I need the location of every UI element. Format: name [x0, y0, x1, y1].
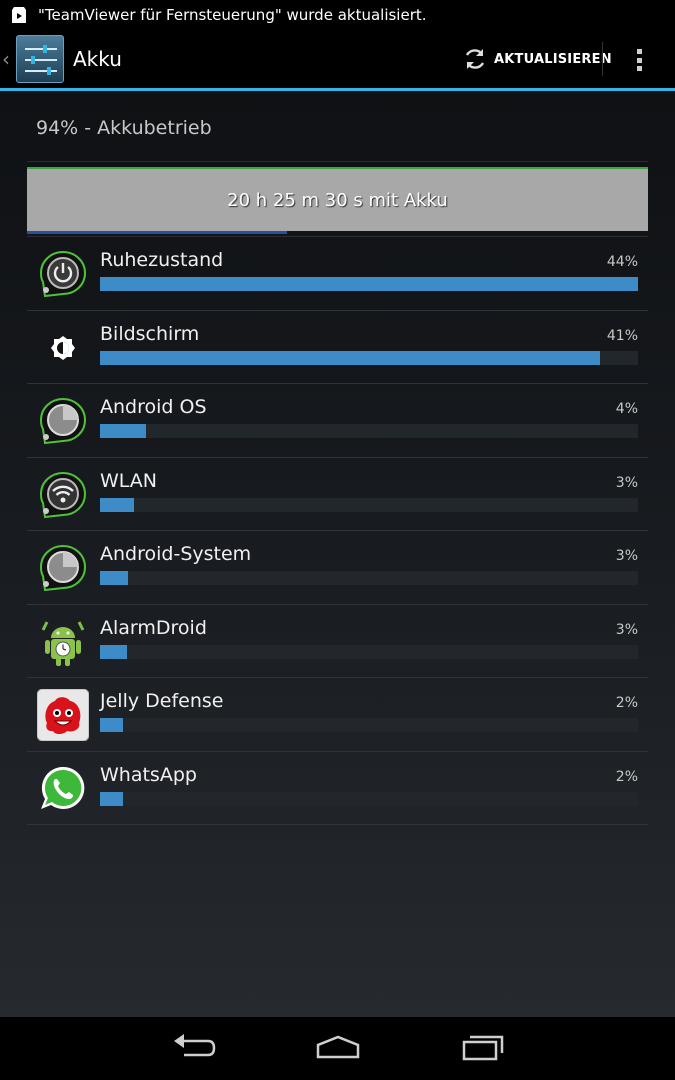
recent-apps-icon[interactable]	[458, 1031, 508, 1065]
navigation-bar	[0, 1017, 675, 1080]
usage-row-alarmdroid[interactable]: AlarmDroid 3%	[27, 605, 648, 678]
usage-bar-fill	[100, 497, 134, 512]
usage-bar	[100, 424, 638, 438]
usage-row-label: AlarmDroid	[100, 616, 207, 639]
usage-row-label: WLAN	[100, 469, 158, 492]
usage-bar-fill	[100, 424, 146, 438]
alarmdroid-icon	[41, 620, 85, 666]
jelly-defense-icon	[37, 689, 89, 741]
action-bar: ‹ Akku AKTUALISIEREN	[0, 30, 675, 88]
usage-bar-fill	[100, 718, 123, 732]
usage-row-label: Ruhezustand	[100, 249, 224, 271]
usage-bar	[100, 350, 638, 365]
refresh-icon	[465, 49, 485, 69]
battery-summary: 94% - Akkubetrieb	[36, 117, 212, 139]
usage-row-percent: 2%	[615, 695, 638, 711]
usage-bar	[100, 791, 638, 806]
usage-bar	[100, 277, 638, 291]
usage-bar-fill	[100, 644, 127, 659]
usage-row-percent: 44%	[606, 254, 638, 270]
usage-row-percent: 41%	[606, 327, 638, 344]
android-system-icon	[39, 544, 87, 592]
usage-bar-fill	[100, 571, 128, 585]
usage-row-percent: 4%	[615, 401, 638, 417]
refresh-button[interactable]: AKTUALISIEREN	[458, 30, 616, 88]
usage-list: Ruhezustand 44% Bildschirm 41% Android O…	[27, 237, 648, 825]
usage-row-whatsapp[interactable]: WhatsApp 2%	[27, 752, 648, 825]
battery-content: 94% - Akkubetrieb 20 h 25 m 30 s mit Akk…	[0, 91, 675, 1017]
actionbar-divider	[602, 42, 603, 76]
overflow-menu-icon[interactable]	[626, 47, 652, 73]
play-store-icon	[12, 7, 26, 23]
usage-row-label: Android OS	[100, 396, 207, 418]
up-caret-icon[interactable]: ‹	[2, 47, 16, 71]
status-bar: "TeamViewer für Fernsteuerung" wurde akt…	[0, 0, 675, 30]
usage-bar-fill	[100, 350, 601, 365]
usage-bar-fill	[100, 277, 638, 291]
power-icon	[39, 250, 87, 298]
usage-row-percent: 3%	[615, 621, 638, 638]
usage-row-jelly-defense[interactable]: Jelly Defense 2%	[27, 678, 648, 752]
back-icon[interactable]	[168, 1031, 218, 1065]
brightness-icon	[51, 335, 75, 360]
usage-bar	[100, 644, 638, 659]
page-title: Akku	[73, 47, 122, 71]
usage-row-label: Jelly Defense	[100, 690, 224, 712]
divider	[27, 161, 648, 162]
notification-text: "TeamViewer für Fernsteuerung" wurde akt…	[38, 6, 427, 24]
android-os-icon	[39, 397, 87, 445]
usage-row-bildschirm[interactable]: Bildschirm 41%	[27, 311, 648, 384]
wifi-icon	[39, 471, 87, 518]
battery-history-graph[interactable]: 20 h 25 m 30 s mit Akku	[27, 167, 648, 231]
graph-indicator	[27, 231, 287, 234]
usage-bar	[100, 571, 638, 585]
usage-row-percent: 3%	[615, 548, 638, 564]
refresh-label: AKTUALISIEREN	[494, 51, 612, 67]
whatsapp-icon	[41, 766, 85, 809]
graph-label: 20 h 25 m 30 s mit Akku	[227, 189, 448, 211]
usage-row-android-system[interactable]: Android-System 3%	[27, 531, 648, 605]
usage-bar	[100, 497, 638, 512]
usage-row-label: Android-System	[100, 543, 252, 565]
usage-row-percent: 2%	[615, 768, 638, 785]
usage-bar	[100, 718, 638, 732]
settings-icon[interactable]	[16, 35, 64, 83]
usage-row-android-os[interactable]: Android OS 4%	[27, 384, 648, 458]
usage-bar-fill	[100, 791, 123, 806]
home-icon[interactable]	[313, 1031, 363, 1065]
usage-row-label: Bildschirm	[100, 322, 200, 345]
usage-row-label: WhatsApp	[100, 763, 197, 786]
usage-row-wlan[interactable]: WLAN 3%	[27, 458, 648, 531]
usage-row-percent: 3%	[615, 474, 638, 491]
usage-row-ruhezustand[interactable]: Ruhezustand 44%	[27, 237, 648, 311]
